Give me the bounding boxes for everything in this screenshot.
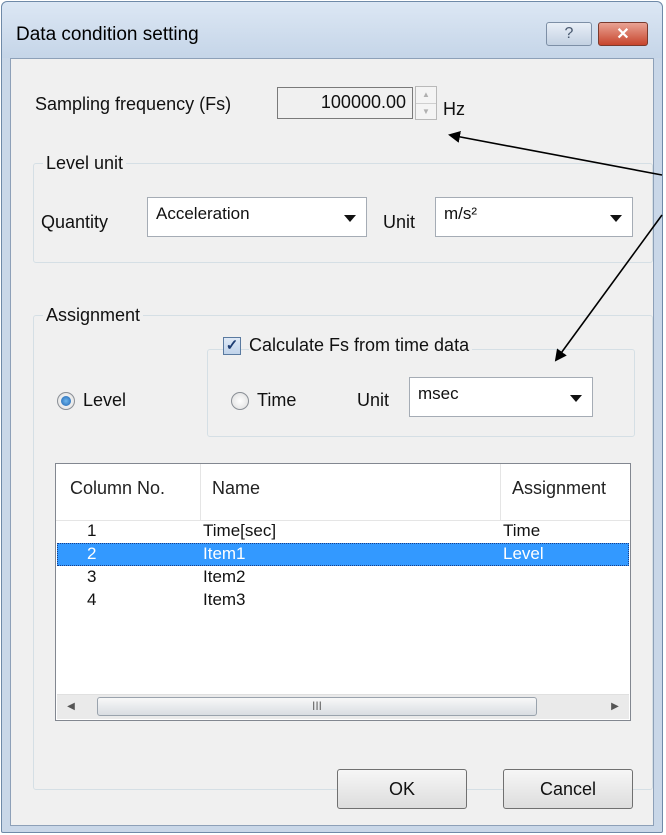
annotation-arrows (448, 130, 663, 362)
arrow-to-calc-fs (554, 214, 663, 362)
arrow-to-sampling-frequency (448, 130, 663, 176)
